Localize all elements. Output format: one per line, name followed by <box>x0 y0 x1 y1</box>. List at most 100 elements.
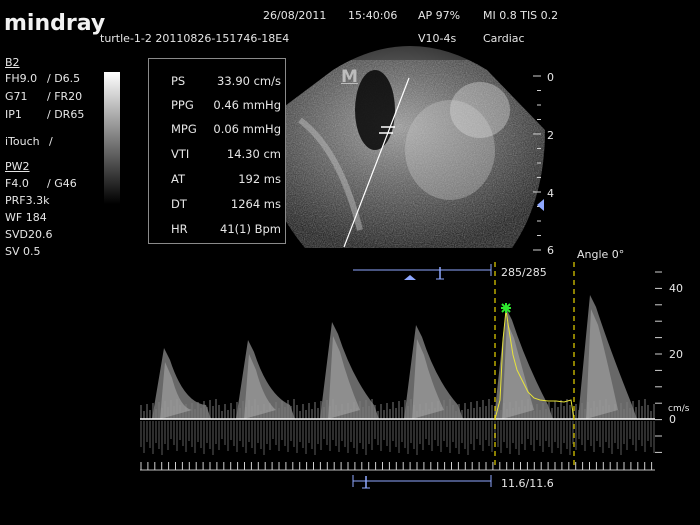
spectrum-noise <box>332 421 334 440</box>
spectrum-noise <box>173 421 175 445</box>
spectrum-noise <box>638 421 640 440</box>
measurement-label: PPG <box>171 98 194 112</box>
param-prf: PRF3.3k <box>5 194 50 207</box>
measurement-label: PS <box>171 74 186 88</box>
spectrum-noise <box>392 402 394 419</box>
acoustic-power: AP 97% <box>418 9 461 22</box>
spectrum-noise <box>266 421 268 444</box>
spectrum-noise <box>617 421 619 449</box>
spectrum-noise <box>239 421 241 441</box>
doppler-angle: Angle 0° <box>577 248 625 261</box>
velocity-unit: cm/s <box>668 404 690 414</box>
velocity-scale <box>655 271 662 453</box>
study-id: turtle-1-2 20110826-151746-18E4 <box>100 32 290 45</box>
spectrum-noise <box>557 407 559 419</box>
param-pw-frequency: F4.0 <box>5 177 29 190</box>
spectrum-noise <box>341 421 343 441</box>
param-svd: SVD20.6 <box>5 228 53 241</box>
spectrum-noise <box>518 421 520 455</box>
spectrum-noise <box>506 421 508 448</box>
spectrum-noise <box>302 421 304 448</box>
spectrum-noise <box>500 421 502 453</box>
spectrum-noise <box>284 421 286 446</box>
spectrum-noise <box>554 401 556 419</box>
spectrum-noise <box>389 421 391 452</box>
spectrum-noise <box>389 409 391 419</box>
spectrum-noise <box>194 421 196 453</box>
spectrum-noise <box>635 421 637 451</box>
spectrum-noise <box>602 421 604 453</box>
depth-label: 0 <box>547 71 554 84</box>
spectrum-noise <box>368 421 370 444</box>
spectrum-noise <box>491 421 493 452</box>
spectrum-noise <box>599 421 601 447</box>
spectrum-noise <box>149 421 151 448</box>
spectrum-noise <box>416 421 418 455</box>
spectrum-noise <box>521 421 523 444</box>
spectrum-noise <box>320 421 322 450</box>
spectrum-noise <box>380 421 382 451</box>
spectrum-noise <box>530 421 532 445</box>
spectrum-noise <box>185 421 187 452</box>
spectrum-noise <box>290 421 292 441</box>
spectrum-noise <box>296 405 298 419</box>
spectrum-noise <box>554 421 556 442</box>
spectrum-noise <box>563 421 565 443</box>
spectrum-noise <box>491 405 493 419</box>
spectrum-noise <box>608 421 610 448</box>
spectrum-noise <box>422 421 424 450</box>
spectrum-noise <box>383 410 385 419</box>
spectrum-noise <box>344 421 346 447</box>
spectrum-noise <box>644 421 646 452</box>
spectrum-noise <box>614 421 616 443</box>
spectrum-noise <box>605 421 607 442</box>
spectrum-noise <box>485 406 487 419</box>
param-itouch: iTouch <box>5 135 40 148</box>
spectrum-noise <box>446 421 448 447</box>
b-mode-image[interactable] <box>250 46 550 250</box>
spectrum-noise <box>221 411 223 419</box>
cine-bar-bottom[interactable] <box>352 475 492 489</box>
spectrum-noise <box>212 406 214 419</box>
mi-tis-index: MI 0.8 TIS 0.2 <box>483 9 559 22</box>
spectrum-noise <box>362 421 364 449</box>
spectrum-noise <box>476 421 478 439</box>
spectrum-noise <box>299 421 301 442</box>
depth-label: 6 <box>547 244 554 257</box>
spectrum-noise <box>386 403 388 419</box>
grayscale-bar <box>104 72 120 204</box>
exam-preset: Cardiac <box>483 32 525 45</box>
focus-marker-icon[interactable] <box>537 199 544 211</box>
doppler-spectrum[interactable] <box>140 262 655 468</box>
param-sample-volume: SV 0.5 <box>5 245 41 258</box>
spectrum-noise <box>143 421 145 453</box>
spectrum-noise <box>215 421 217 444</box>
spectrum-noise <box>170 421 172 439</box>
pw-mode-title: PW2 <box>5 160 30 173</box>
spectrum-noise <box>350 421 352 442</box>
velocity-label: 40 <box>669 282 683 295</box>
measurement-value: 33.90 cm/s <box>217 74 281 88</box>
spectrum-noise <box>641 421 643 446</box>
param-fh: FH9.0 <box>5 72 38 85</box>
spectrum-noise <box>542 421 544 452</box>
spectrum-noise <box>473 421 475 450</box>
spectrum-noise <box>236 421 238 452</box>
spectrum-noise <box>338 421 340 452</box>
spectrum-noise <box>644 399 646 419</box>
spectrum-noise <box>143 411 145 419</box>
spectrum-noise <box>593 421 595 452</box>
spectrum-noise <box>317 408 319 419</box>
spectrum-noise <box>482 421 484 451</box>
spectrum-noise <box>467 421 469 455</box>
spectrum-noise <box>479 421 481 445</box>
cine-time-counter: 11.6/11.6 <box>501 477 554 490</box>
spectrum-noise <box>386 421 388 446</box>
spectrum-noise <box>527 421 529 439</box>
spectrum-noise <box>464 403 466 419</box>
measurement-value: 41(1) Bpm <box>220 222 281 236</box>
depth-label: 4 <box>547 187 554 200</box>
measurement-row: PPG 0.46 mmHg <box>149 98 285 118</box>
spectrum-noise <box>401 421 403 442</box>
spectrum-noise <box>314 402 316 419</box>
